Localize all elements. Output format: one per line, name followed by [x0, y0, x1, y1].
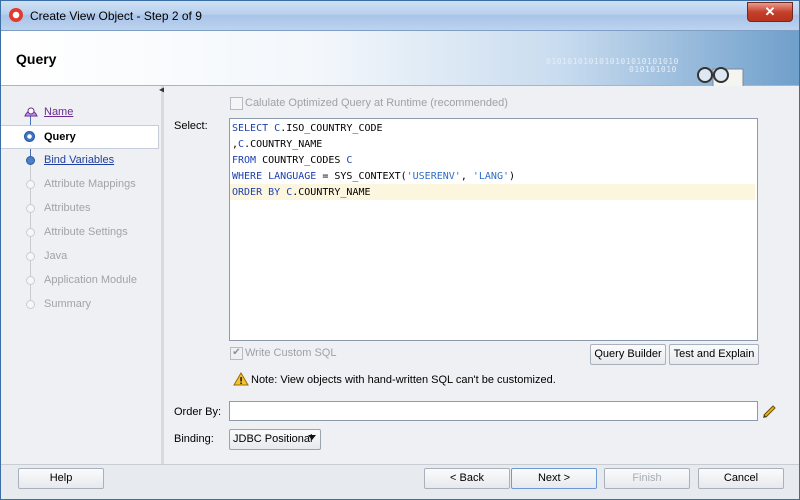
test-explain-button[interactable]: Test and Explain — [669, 344, 759, 365]
step-dot — [26, 276, 35, 285]
close-button[interactable]: ✕ — [747, 2, 793, 22]
step-query[interactable]: Query — [1, 125, 159, 149]
step-dot — [26, 252, 35, 261]
step-label: Attribute Settings — [44, 226, 128, 238]
binding-select[interactable]: JDBC Positional — [229, 429, 321, 450]
step-dot — [26, 300, 35, 309]
help-button[interactable]: Help — [18, 468, 104, 489]
step-java: Java — [1, 245, 158, 267]
warning-text: Note: View objects with hand-written SQL… — [251, 374, 556, 386]
step-label: Summary — [44, 298, 92, 310]
step-dot — [26, 204, 35, 213]
sql-line: ORDER BY C.COUNTRY_NAME — [232, 187, 371, 198]
select-label: Select: — [174, 120, 208, 132]
step-label: Attributes — [44, 202, 91, 214]
sql-line: ,C.COUNTRY_NAME — [232, 139, 323, 150]
order-by-label: Order By: — [174, 406, 222, 418]
oracle-app-icon — [9, 8, 23, 22]
step-label: Java — [44, 250, 68, 262]
step-dot — [26, 228, 35, 237]
sql-editor[interactable]: SELECT C.ISO_COUNTRY_CODE ,C.COUNTRY_NAM… — [229, 118, 758, 341]
step-application-module: Application Module — [1, 269, 158, 291]
step-label: Query — [44, 131, 76, 143]
page-title: Query — [16, 51, 57, 67]
step-attribute-mappings: Attribute Mappings — [1, 173, 158, 195]
window-title: Create View Object - Step 2 of 9 — [30, 9, 202, 23]
cancel-button[interactable]: Cancel — [698, 468, 784, 489]
title-bar: Create View Object - Step 2 of 9 ✕ — [1, 1, 799, 31]
step-dot — [26, 180, 35, 189]
next-button[interactable]: Next > — [511, 468, 597, 489]
binding-select-value: JDBC Positional — [233, 433, 313, 445]
binary-decoration-2: 010101010 — [629, 65, 677, 74]
pencil-icon[interactable] — [761, 402, 777, 418]
query-builder-button[interactable]: Query Builder — [590, 344, 666, 365]
dialog-window: Create View Object - Step 2 of 9 ✕ Query… — [0, 0, 800, 500]
step-name[interactable]: Name — [1, 101, 158, 123]
sql-line: SELECT C.ISO_COUNTRY_CODE — [232, 123, 383, 134]
step-name-icon — [24, 107, 38, 117]
finish-button[interactable]: Finish — [604, 468, 690, 489]
step-summary: Summary — [1, 293, 158, 315]
binding-label: Binding: — [174, 433, 214, 445]
back-button[interactable]: < Back — [424, 468, 510, 489]
step-dot — [24, 131, 35, 142]
warning-icon — [233, 372, 249, 386]
step-label: Application Module — [44, 274, 137, 286]
optimize-query-label: Calulate Optimized Query at Runtime (rec… — [245, 97, 508, 109]
order-by-input[interactable] — [229, 401, 758, 421]
write-custom-sql-checkbox[interactable]: ✔ — [230, 347, 243, 360]
chevron-down-icon — [308, 435, 316, 440]
sql-line: FROM COUNTRY_CODES C — [232, 155, 353, 166]
write-custom-sql-label: Write Custom SQL — [245, 347, 337, 359]
step-attribute-settings: Attribute Settings — [1, 221, 158, 243]
step-dot — [26, 156, 35, 165]
sql-line: WHERE LANGUAGE = SYS_CONTEXT('USERENV', … — [232, 171, 516, 182]
step-label: Attribute Mappings — [44, 178, 136, 190]
header-banner: Query 0101010101010101010101010 01010101… — [1, 31, 799, 108]
optimize-query-checkbox[interactable] — [230, 97, 243, 110]
step-label: Bind Variables — [44, 154, 115, 166]
step-bind-variables[interactable]: Bind Variables — [1, 149, 158, 171]
step-label: Name — [44, 106, 74, 118]
step-attributes: Attributes — [1, 197, 158, 219]
